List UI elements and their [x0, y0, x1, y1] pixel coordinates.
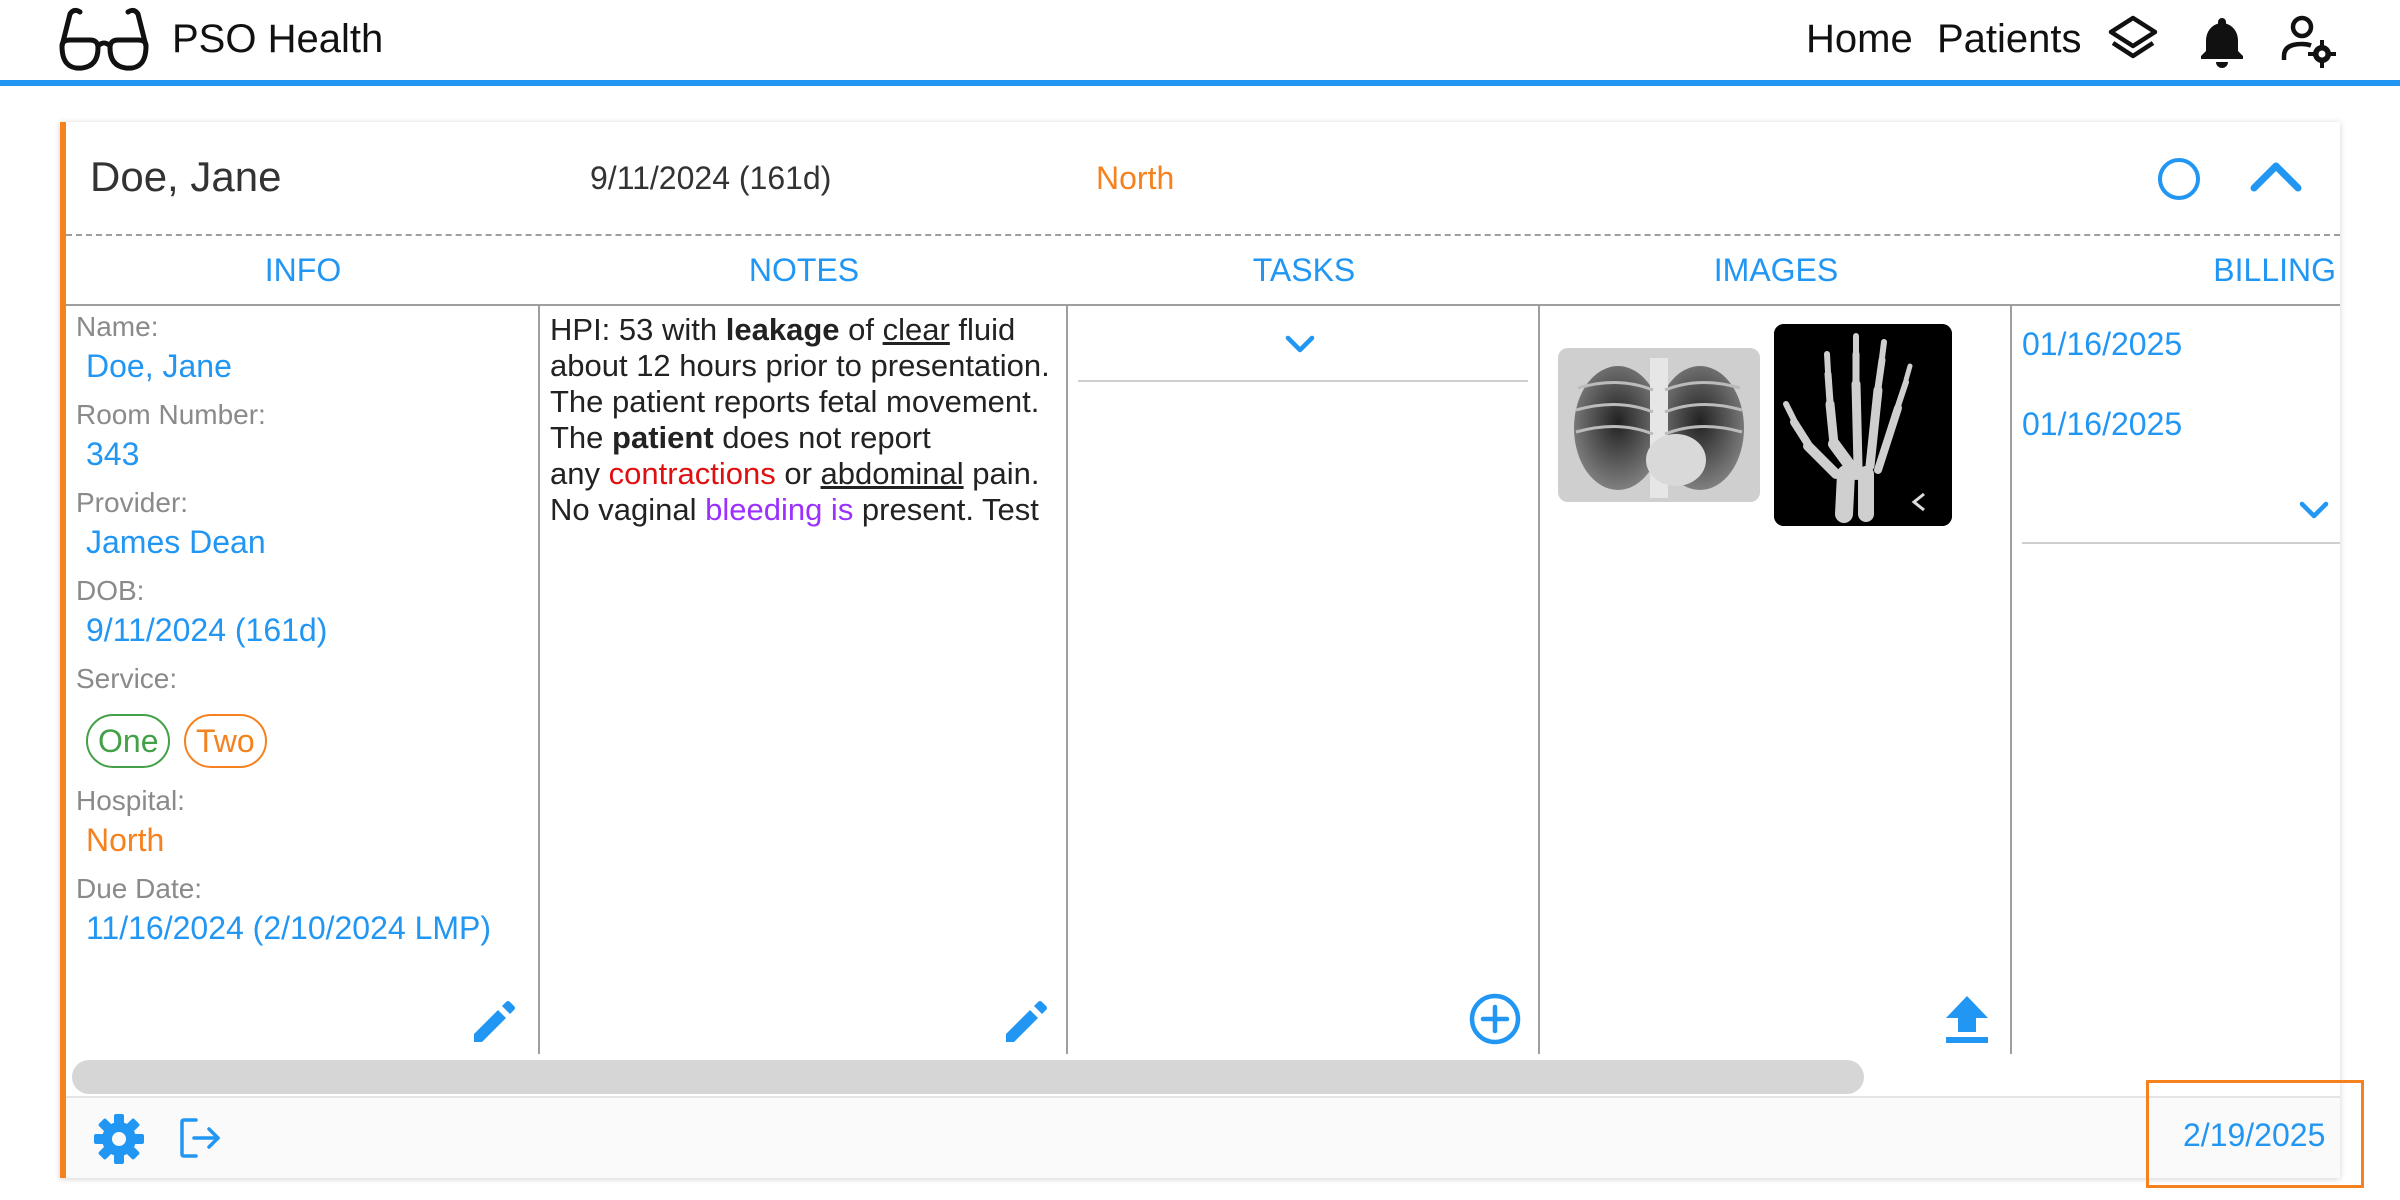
notes-segment: does not report — [713, 420, 931, 455]
chevron-down-icon[interactable] — [2294, 494, 2334, 526]
notes-segment: any — [550, 456, 609, 491]
nav-home-link[interactable]: Home — [1806, 14, 1913, 64]
dob-value: 9/11/2024 (161d) — [86, 612, 328, 648]
bell-icon[interactable] — [2194, 12, 2250, 68]
circle-outline-icon[interactable] — [2158, 158, 2200, 200]
chevron-up-icon[interactable] — [2246, 156, 2306, 196]
notes-segment: or — [775, 456, 821, 491]
hand-xray-thumbnail[interactable] — [1774, 324, 1952, 526]
gear-icon[interactable] — [92, 1112, 146, 1166]
footer-date-highlight: 2/19/2025 — [2146, 1080, 2364, 1188]
plus-circle-icon[interactable] — [1468, 992, 1522, 1046]
tasks-panel — [1068, 306, 1540, 1054]
name-label: Name: — [76, 311, 159, 342]
dob-label: DOB: — [76, 575, 145, 606]
provider-value: James Dean — [86, 524, 266, 560]
billing-date-item[interactable]: 01/16/2025 — [2022, 404, 2182, 444]
logout-icon[interactable] — [178, 1116, 222, 1160]
tab-images[interactable]: IMAGES — [1540, 250, 2012, 290]
top-app-bar: PSO Health Home Patients — [0, 0, 2400, 86]
chevron-down-icon[interactable] — [1280, 328, 1320, 360]
service-label: Service: — [76, 663, 178, 694]
upload-icon[interactable] — [1944, 994, 1990, 1044]
notes-red-contractions: contractions — [608, 456, 776, 491]
user-settings-icon[interactable] — [2280, 12, 2336, 68]
name-value: Doe, Jane — [86, 348, 232, 384]
service-chip-two[interactable]: Two — [184, 714, 267, 768]
header-hospital: North — [1096, 160, 1175, 196]
notes-purple-bleeding: bleeding is — [705, 492, 854, 527]
hospital-label: Hospital: — [76, 785, 185, 816]
patient-name: Doe, Jane — [90, 153, 282, 200]
hospital-value: North — [86, 822, 165, 858]
images-panel — [1540, 306, 2012, 1054]
notes-text[interactable]: HPI: 53 with leakage of clear fluid abou… — [550, 312, 1060, 528]
billing-divider — [2022, 542, 2340, 544]
header-dob: 9/11/2024 (161d) — [590, 160, 832, 196]
billing-date-item[interactable]: 01/16/2025 — [2022, 324, 2182, 364]
tasks-divider — [1078, 380, 1528, 382]
room-label: Room Number: — [76, 399, 266, 430]
service-chip-one[interactable]: One — [86, 714, 171, 768]
notes-segment: of — [839, 312, 883, 347]
patient-card-header[interactable]: Doe, Jane 9/11/2024 (161d) North — [66, 122, 2340, 236]
room-value: 343 — [86, 436, 140, 472]
layers-icon[interactable] — [2105, 12, 2161, 68]
notes-bold-leakage: leakage — [725, 312, 840, 347]
patient-card: Doe, Jane 9/11/2024 (161d) North INFO NO… — [60, 122, 2364, 1188]
horizontal-scrollbar-thumb[interactable] — [72, 1060, 1864, 1094]
info-panel: Name: Doe, Jane Room Number: 343 Provide… — [66, 306, 540, 1054]
due-date-value: 11/16/2024 (2/10/2024 LMP) — [86, 910, 492, 946]
footer-date[interactable]: 2/19/2025 — [2183, 1115, 2325, 1155]
tab-notes[interactable]: NOTES — [540, 250, 1068, 290]
notes-panel: HPI: 53 with leakage of clear fluid abou… — [540, 306, 1068, 1054]
notes-segment: present. Test — [853, 492, 1039, 527]
card-footer: 2/19/2025 — [66, 1080, 2364, 1188]
glasses-icon — [59, 7, 149, 71]
card-tabs: INFO NOTES TASKS IMAGES BILLING — [66, 236, 2340, 306]
pencil-icon[interactable] — [1002, 996, 1052, 1046]
notes-underline-clear: clear — [882, 312, 950, 347]
nav-patients-link[interactable]: Patients — [1937, 14, 2082, 64]
notes-segment: HPI: 53 with — [550, 312, 726, 347]
tab-info[interactable]: INFO — [66, 250, 540, 290]
billing-panel: 01/16/2025 01/16/2025 — [2012, 306, 2340, 1054]
pencil-icon[interactable] — [470, 996, 520, 1046]
notes-underline-abdominal: abdominal — [820, 456, 964, 491]
due-date-label: Due Date: — [76, 873, 203, 904]
tab-tasks[interactable]: TASKS — [1068, 250, 1540, 290]
tab-billing[interactable]: BILLING — [2186, 250, 2336, 290]
app-title: PSO Health — [172, 17, 384, 61]
chest-xray-thumbnail[interactable] — [1558, 348, 1760, 502]
notes-bold-patient: patient — [612, 420, 714, 455]
provider-label: Provider: — [76, 487, 189, 518]
